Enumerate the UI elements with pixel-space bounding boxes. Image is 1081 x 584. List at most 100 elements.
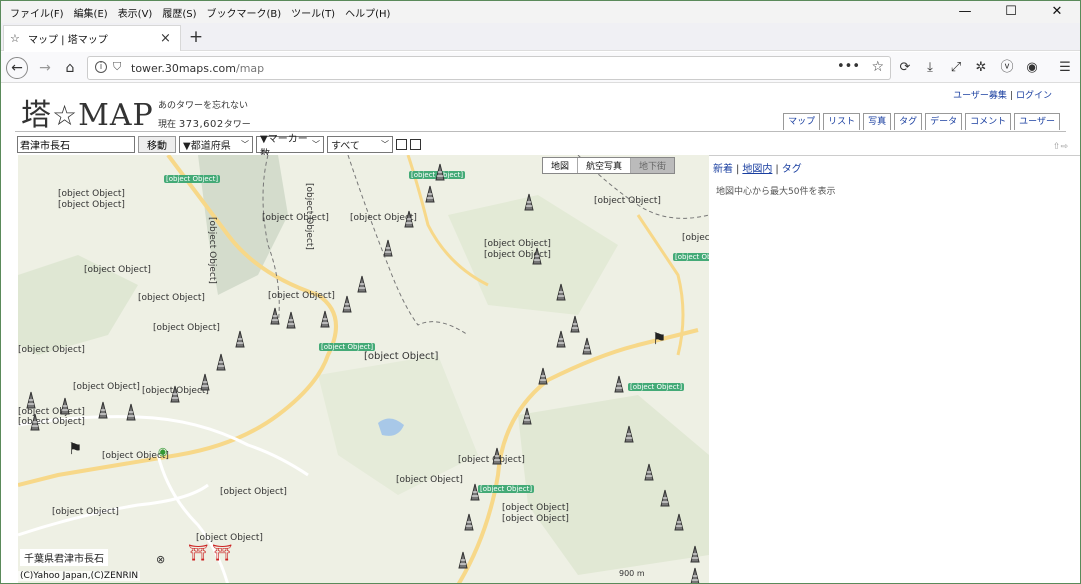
tower-marker-icon[interactable] bbox=[381, 239, 395, 257]
tower-marker-icon[interactable] bbox=[214, 353, 228, 371]
tower-marker-icon[interactable] bbox=[28, 413, 42, 431]
extension-gear-icon[interactable]: ✲ bbox=[971, 56, 991, 80]
menu-help[interactable]: ヘルプ(H) bbox=[340, 5, 395, 20]
tower-marker-icon[interactable] bbox=[688, 567, 702, 584]
tower-marker-icon[interactable] bbox=[58, 397, 72, 415]
hamburger-menu-icon[interactable]: ☰ bbox=[1055, 56, 1075, 80]
tab-close-icon[interactable]: × bbox=[160, 31, 174, 46]
maximize-icon[interactable]: ☐ bbox=[988, 1, 1034, 23]
page-actions-icon[interactable]: ••• bbox=[837, 59, 860, 74]
tower-marker-icon[interactable] bbox=[24, 391, 38, 409]
tower-marker-icon[interactable] bbox=[554, 283, 568, 301]
url-bar[interactable]: i ⛉ tower.30maps.com/map ••• ☆ bbox=[87, 56, 891, 80]
tab-active[interactable]: ☆ マップ | 塔マップ × bbox=[3, 25, 181, 51]
header-links: ユーザー募集 | ログイン bbox=[953, 91, 1052, 101]
tower-marker-icon[interactable] bbox=[233, 330, 247, 348]
minimize-icon[interactable]: — bbox=[942, 1, 988, 23]
tower-marker-icon[interactable] bbox=[468, 483, 482, 501]
move-button[interactable]: 移動 bbox=[138, 136, 176, 153]
tower-marker-icon[interactable] bbox=[530, 247, 544, 265]
tower-marker-icon[interactable] bbox=[168, 385, 182, 403]
tower-marker-icon[interactable] bbox=[554, 330, 568, 348]
tower-marker-icon[interactable] bbox=[642, 463, 656, 481]
tab-list[interactable]: リスト bbox=[823, 113, 861, 130]
tab-photos[interactable]: 写真 bbox=[863, 113, 892, 130]
download-icon[interactable]: ⤓ bbox=[920, 56, 940, 80]
tower-marker-icon[interactable] bbox=[568, 315, 582, 333]
tower-favicon-icon: ☆ bbox=[10, 31, 20, 45]
tower-marker-icon[interactable] bbox=[340, 295, 354, 313]
tower-marker-icon[interactable] bbox=[402, 210, 416, 228]
count-value: 373,602 bbox=[178, 119, 224, 130]
option-checkbox-1[interactable] bbox=[396, 139, 407, 150]
tower-marker-icon[interactable] bbox=[124, 403, 138, 421]
tower-marker-icon[interactable] bbox=[622, 425, 636, 443]
tower-marker-icon[interactable] bbox=[423, 185, 437, 203]
map-type-underground[interactable]: 地下街 bbox=[631, 158, 675, 173]
tower-marker-icon[interactable] bbox=[612, 375, 626, 393]
tower-marker-icon[interactable] bbox=[433, 163, 447, 181]
tower-marker-icon[interactable] bbox=[672, 513, 686, 531]
tower-marker-icon[interactable] bbox=[536, 367, 550, 385]
fullscreen-icon[interactable]: ⤢ bbox=[946, 56, 966, 80]
menu-view[interactable]: 表示(V) bbox=[113, 5, 158, 20]
tower-marker-icon[interactable] bbox=[355, 275, 369, 293]
menu-bookmarks[interactable]: ブックマーク(B) bbox=[202, 5, 287, 20]
tab-comments[interactable]: コメント bbox=[965, 113, 1012, 130]
map-canvas[interactable]: 地図 航空写真 地下街 [object Object] [object Obje… bbox=[18, 155, 709, 584]
recruit-users-link[interactable]: ユーザー募集 bbox=[953, 91, 1007, 101]
tab-in-map[interactable]: 地図内 bbox=[742, 164, 772, 175]
shield-icon[interactable]: ⛉ bbox=[113, 60, 121, 74]
tower-marker-icon[interactable] bbox=[462, 513, 476, 531]
option-checkbox-2[interactable] bbox=[410, 139, 421, 150]
menu-edit[interactable]: 編集(E) bbox=[69, 5, 113, 20]
tower-marker-icon[interactable] bbox=[520, 407, 534, 425]
tab-tags[interactable]: タグ bbox=[894, 113, 923, 130]
tab-new[interactable]: 新着 bbox=[713, 164, 733, 175]
tower-marker-icon[interactable] bbox=[522, 193, 536, 211]
map-type-aerial[interactable]: 航空写真 bbox=[578, 158, 632, 173]
home-icon[interactable]: ⌂ bbox=[58, 56, 82, 80]
prefecture-select[interactable]: ▼都道府県 ﹀ bbox=[179, 136, 253, 153]
reload-icon[interactable]: ⟳ bbox=[895, 56, 915, 80]
menu-tools[interactable]: ツール(T) bbox=[286, 5, 340, 20]
filter-select[interactable]: すべて ﹀ bbox=[327, 136, 393, 153]
marker-count-select[interactable]: ▼マーカー数 ﹀ bbox=[256, 134, 324, 160]
url-text[interactable]: tower.30maps.com/map bbox=[131, 62, 264, 75]
site-logo[interactable]: 塔☆MAP bbox=[21, 90, 154, 134]
map-type-map[interactable]: 地図 bbox=[543, 158, 579, 173]
tower-marker-icon[interactable] bbox=[198, 373, 212, 391]
route-shield: [object Object] bbox=[319, 343, 376, 351]
tab-map[interactable]: マップ bbox=[783, 113, 821, 130]
map-label: [object Object] bbox=[207, 217, 217, 284]
menu-file[interactable]: ファイル(F) bbox=[5, 5, 69, 20]
new-tab-icon[interactable]: + bbox=[186, 25, 206, 49]
tower-marker-icon[interactable] bbox=[688, 545, 702, 563]
route-shield: [object Object] bbox=[673, 253, 709, 261]
location-search-input[interactable] bbox=[17, 136, 135, 153]
tower-marker-icon[interactable] bbox=[490, 447, 504, 465]
info-icon[interactable]: i bbox=[95, 61, 107, 73]
close-icon[interactable]: ✕ bbox=[1034, 1, 1080, 23]
account-icon[interactable]: ◉ bbox=[1022, 56, 1042, 80]
menu-history[interactable]: 履歴(S) bbox=[157, 5, 201, 20]
tower-marker-icon[interactable] bbox=[658, 489, 672, 507]
tab-data[interactable]: データ bbox=[925, 113, 963, 130]
tower-marker-icon[interactable] bbox=[284, 311, 298, 329]
tower-marker-icon[interactable] bbox=[96, 401, 110, 419]
tower-special-icon[interactable]: ⚑ bbox=[68, 439, 82, 458]
tab-users[interactable]: ユーザー bbox=[1014, 113, 1060, 130]
login-link[interactable]: ログイン bbox=[1016, 91, 1052, 101]
tab-tag[interactable]: タグ bbox=[782, 164, 802, 175]
panel-resize-icons[interactable]: ⇧⇨ bbox=[1053, 142, 1068, 152]
back-icon[interactable]: ← bbox=[6, 57, 28, 79]
tower-marker-icon[interactable] bbox=[268, 307, 282, 325]
tower-marker-icon[interactable] bbox=[456, 551, 470, 569]
tower-marker-icon[interactable] bbox=[580, 337, 594, 355]
bookmark-star-icon[interactable]: ☆ bbox=[871, 59, 884, 75]
tower-marker-icon[interactable] bbox=[318, 310, 332, 328]
vpn-icon[interactable]: ⓥ bbox=[997, 56, 1017, 80]
tower-special-icon[interactable]: ⚑ bbox=[652, 329, 666, 348]
forward-icon[interactable]: → bbox=[33, 56, 57, 80]
logo-kanji: 塔 bbox=[21, 98, 52, 133]
